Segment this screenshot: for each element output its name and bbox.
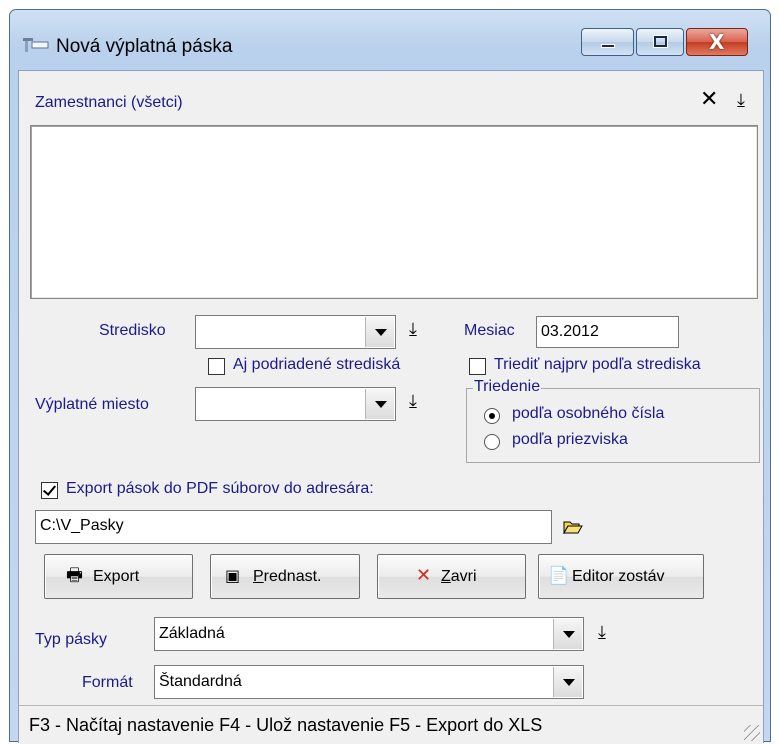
mesiac-input[interactable]: 03.2012 [536, 316, 679, 348]
triedenie-legend: Triedenie [473, 378, 542, 396]
chevron-down-icon[interactable] [365, 389, 394, 419]
maximize-button[interactable] [636, 28, 684, 56]
settings-icon: ▣ [225, 566, 241, 585]
dialog-window: Nová výplatná páska X Zamestnanci (všetc… [9, 9, 771, 744]
mesiac-label: Mesiac [464, 322, 515, 339]
include-sub-label: Aj podriadené strediská [233, 356, 401, 373]
format-label: Formát [82, 674, 133, 691]
vyplatne-miesto-download-icon[interactable]: ⤓ [409, 393, 417, 411]
export-button[interactable]: 🖶 Export [44, 554, 193, 599]
report-editor-icon: 📄 [548, 566, 570, 586]
status-text: F3 - Načítaj nastavenie F4 - Ulož nastav… [29, 715, 543, 735]
close-x-icon: ✕ [416, 565, 432, 586]
download-arrow-icon[interactable]: ⤓ [737, 92, 745, 110]
radio-priezvisko[interactable] [484, 434, 500, 450]
editor-zostav-button[interactable]: 📄 Editor zostáv [538, 554, 704, 599]
close-icon: X [709, 30, 725, 54]
format-combo[interactable]: Štandardná [154, 665, 584, 699]
title-bar[interactable]: Nová výplatná páska X [10, 10, 770, 70]
minimize-button[interactable] [581, 28, 634, 56]
chevron-down-icon[interactable] [553, 667, 582, 697]
vyplatne-miesto-combo[interactable] [195, 387, 396, 421]
minimize-icon [601, 44, 615, 48]
radio-osobne-cislo[interactable] [484, 408, 500, 424]
typ-pasky-label: Typ pásky [35, 631, 108, 648]
zavri-button[interactable]: ✕ Zavri [377, 554, 526, 599]
maximize-icon [654, 36, 667, 47]
resize-grip-icon[interactable] [744, 725, 760, 741]
dialog-client-area: Zamestnanci (všetci) ✕ ⤓ Stredisko ⤓ Mes… [18, 70, 764, 744]
employees-label: Zamestnanci (všetci) [35, 94, 183, 111]
stredisko-combo[interactable] [195, 315, 396, 349]
chevron-down-icon[interactable] [365, 317, 394, 347]
stredisko-label: Stredisko [99, 322, 166, 339]
folder-open-icon[interactable] [563, 520, 583, 534]
chevron-down-icon[interactable] [553, 619, 582, 649]
close-button[interactable]: X [686, 28, 748, 56]
window-title: Nová výplatná páska [56, 36, 233, 57]
prednastavenie-button[interactable]: ▣ Prednast. [210, 554, 360, 599]
employees-listbox[interactable] [30, 125, 758, 299]
export-path-input[interactable]: C:\V_Pasky [35, 510, 552, 544]
sort-by-center-checkbox[interactable] [469, 358, 486, 375]
clear-x-icon[interactable]: ✕ [700, 89, 718, 111]
vyplatne-miesto-label: Výplatné miesto [35, 396, 149, 413]
stredisko-download-icon[interactable]: ⤓ [409, 321, 417, 339]
radio-osobne-cislo-label: podľa osobného čísla [512, 405, 665, 422]
typ-pasky-download-icon[interactable]: ⤓ [598, 624, 606, 642]
sort-by-center-label: Triediť najprv podľa strediska [494, 356, 701, 373]
triedenie-group: Triedenie podľa osobného čísla podľa pri… [466, 378, 760, 463]
typ-pasky-combo[interactable]: Základná [154, 617, 584, 651]
radio-priezvisko-label: podľa priezviska [512, 431, 628, 448]
app-icon [23, 38, 49, 52]
export-pdf-label: Export pások do PDF súborov do adresára: [66, 480, 374, 497]
include-sub-checkbox[interactable] [208, 358, 225, 375]
export-pdf-checkbox[interactable] [41, 482, 58, 499]
status-bar: F3 - Načítaj nastavenie F4 - Ulož nastav… [19, 705, 763, 744]
printer-icon: 🖶 [66, 565, 83, 586]
